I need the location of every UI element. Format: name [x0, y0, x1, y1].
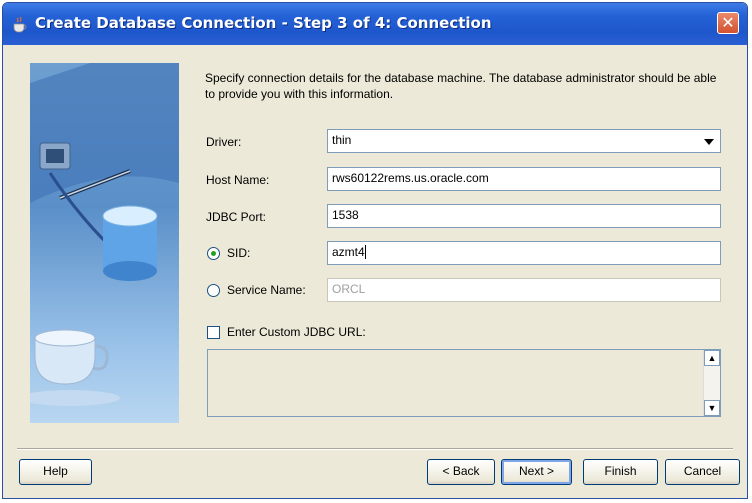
next-button[interactable]: Next >	[501, 459, 572, 485]
dialog-body: Specify connection details for the datab…	[3, 45, 747, 498]
custom-jdbc-url-textarea[interactable]: ▲ ▼	[207, 349, 721, 417]
host-label: Host Name:	[206, 173, 270, 187]
scroll-up-button[interactable]: ▲	[704, 350, 720, 366]
port-label: JDBC Port:	[206, 210, 267, 224]
driver-value: thin	[332, 133, 352, 147]
driver-label: Driver:	[206, 135, 242, 149]
close-button[interactable]: ✕	[717, 12, 739, 34]
jdbc-port-input[interactable]: 1538	[327, 204, 721, 228]
sid-radio[interactable]	[207, 247, 220, 260]
scroll-down-button[interactable]: ▼	[704, 400, 720, 416]
custom-jdbc-url-label: Enter Custom JDBC URL:	[227, 325, 366, 339]
jdbc-port-value: 1538	[332, 208, 359, 222]
service-name-label: Service Name:	[227, 283, 306, 297]
vertical-scrollbar[interactable]: ▲ ▼	[703, 350, 720, 416]
sid-value: azmt4	[332, 245, 365, 259]
radio-selected-dot	[211, 251, 216, 256]
instructions-text: Specify connection details for the datab…	[205, 71, 717, 101]
database-illustration-icon	[30, 63, 179, 406]
service-name-value: ORCL	[332, 282, 366, 296]
custom-jdbc-url-checkbox[interactable]	[207, 326, 220, 339]
coffee-cup-icon	[13, 16, 27, 33]
title-bar[interactable]: Create Database Connection - Step 3 of 4…	[3, 3, 747, 45]
sid-input[interactable]: azmt4	[327, 241, 721, 265]
back-button[interactable]: < Back	[427, 459, 495, 485]
help-button[interactable]: Help	[19, 459, 92, 485]
window-title: Create Database Connection - Step 3 of 4…	[35, 14, 492, 32]
arrow-up-icon: ▲	[707, 353, 717, 363]
host-name-input[interactable]: rws60122rems.us.oracle.com	[327, 167, 721, 191]
footer-divider	[17, 448, 733, 450]
chevron-down-icon	[704, 139, 714, 145]
arrow-down-icon: ▼	[707, 403, 717, 413]
service-name-radio[interactable]	[207, 284, 220, 297]
sid-label: SID:	[227, 246, 251, 260]
wizard-illustration	[30, 63, 179, 423]
service-name-input[interactable]: ORCL	[327, 278, 721, 302]
finish-button[interactable]: Finish	[583, 459, 658, 485]
driver-select[interactable]: thin	[327, 129, 721, 153]
host-name-value: rws60122rems.us.oracle.com	[332, 171, 489, 185]
cancel-button[interactable]: Cancel	[665, 459, 740, 485]
text-cursor	[364, 245, 366, 259]
close-icon: ✕	[721, 13, 735, 32]
dialog-window: Create Database Connection - Step 3 of 4…	[2, 2, 748, 499]
